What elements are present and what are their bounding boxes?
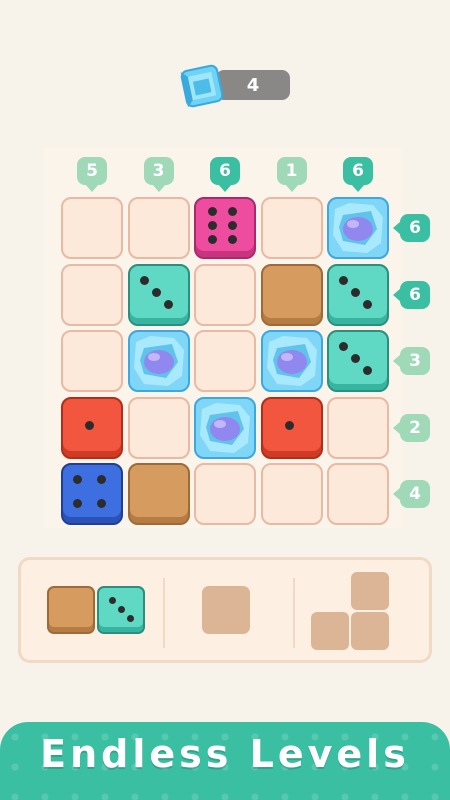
row-hint: 6 [393, 280, 430, 309]
red-dice-one [260, 396, 323, 459]
gem-tile [260, 330, 323, 392]
teal-dice-three [327, 330, 389, 392]
column-hint: 1 [276, 157, 307, 192]
empty-cell[interactable] [327, 396, 389, 459]
dice-pip [363, 366, 372, 375]
empty-cell[interactable] [194, 263, 256, 326]
dice-pip [97, 475, 106, 484]
dice-pip [228, 221, 237, 230]
tray-divider [293, 578, 295, 648]
dice-pip [73, 475, 82, 484]
dice-pip [284, 420, 294, 430]
dice-pip [85, 420, 94, 430]
l-block-top [351, 572, 389, 610]
empty-cell[interactable] [260, 197, 323, 259]
gem-tile [127, 330, 190, 392]
dice-pip [208, 207, 217, 216]
column-hint: 5 [77, 157, 107, 192]
blue-dice-four [61, 463, 123, 525]
dice-pip [151, 287, 161, 297]
dice-pip [139, 275, 149, 285]
top-bar: 4 [0, 60, 450, 110]
empty-cell[interactable] [127, 396, 190, 459]
red-dice-one [61, 396, 123, 459]
dice-pip [339, 275, 348, 285]
footer-title: Endless Levels [40, 732, 410, 776]
dice-pip [363, 299, 372, 309]
tray-piece-2[interactable] [202, 586, 252, 636]
teal-dice-three [127, 263, 190, 326]
row-hint: 3 [393, 347, 430, 375]
column-hint: 3 [143, 157, 174, 192]
dice-pip [163, 299, 173, 309]
dice-pip [351, 287, 360, 297]
empty-cell[interactable] [194, 463, 256, 525]
l-block-bottom-right [351, 612, 389, 650]
teal-dice-three [97, 586, 145, 634]
gem-tile [327, 197, 389, 259]
footer-banner: Endless Levels [0, 722, 450, 800]
empty-cell[interactable] [61, 197, 123, 259]
dice-pip [351, 354, 360, 363]
row-hint: 2 [393, 413, 430, 442]
column-hint: 6 [343, 157, 373, 192]
tray-divider [163, 578, 165, 648]
empty-cell[interactable] [194, 330, 256, 392]
teal-dice-three [327, 263, 389, 326]
dice-pip [208, 235, 217, 244]
column-hint: 6 [210, 157, 240, 192]
brown-block [260, 263, 323, 326]
l-block-bottom-left [311, 612, 349, 650]
row-hint: 4 [393, 480, 430, 508]
dice-pip [228, 235, 237, 244]
piece-tray [18, 557, 432, 663]
empty-cell[interactable] [127, 197, 190, 259]
brown-block [47, 586, 95, 634]
tray-piece-3[interactable] [311, 572, 391, 652]
gem-counter: 4 [180, 64, 290, 108]
empty-cell[interactable] [61, 330, 123, 392]
empty-cell[interactable] [260, 463, 323, 525]
tray-piece-1[interactable] [47, 586, 147, 636]
dice-pip [97, 499, 106, 508]
dice-pip [73, 499, 82, 508]
empty-cell[interactable] [327, 463, 389, 525]
dice-pip [228, 207, 237, 216]
gem-tile [194, 396, 256, 459]
dice-pip [339, 342, 348, 351]
dice-pip [208, 221, 217, 230]
single-block [202, 586, 250, 634]
pink-dice-six [194, 197, 256, 259]
empty-cell[interactable] [61, 263, 123, 326]
row-hint: 6 [393, 214, 430, 242]
gem-icon [180, 64, 224, 108]
brown-block [127, 463, 190, 525]
